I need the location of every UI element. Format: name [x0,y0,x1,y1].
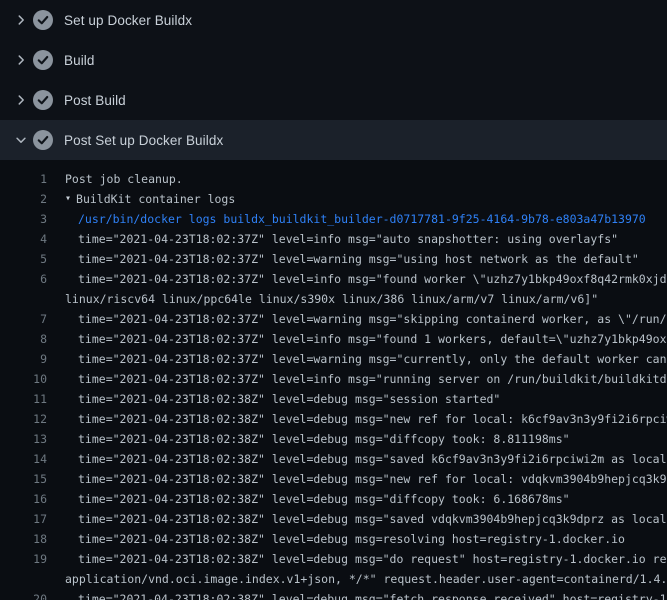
step-row-set-up-docker-buildx[interactable]: Set up Docker Buildx [0,0,667,40]
log-line: application/vnd.oci.image.index.v1+json,… [0,569,667,589]
line-number[interactable]: 9 [0,349,47,369]
log-line: 12time="2021-04-23T18:02:38Z" level=debu… [0,409,667,429]
log-line: 19time="2021-04-23T18:02:38Z" level=debu… [0,549,667,569]
line-number[interactable]: 20 [0,589,47,600]
log-text: time="2021-04-23T18:02:38Z" level=debug … [47,469,667,489]
log-text: time="2021-04-23T18:02:38Z" level=debug … [47,529,625,549]
log-line: 5time="2021-04-23T18:02:37Z" level=warni… [0,249,667,269]
check-circle-icon [33,10,53,30]
log-text: Post job cleanup. [47,169,183,189]
log-line: 4time="2021-04-23T18:02:37Z" level=info … [0,229,667,249]
chevron-right-icon [14,53,28,67]
line-number[interactable]: 18 [0,529,47,549]
line-number[interactable]: 6 [0,269,47,289]
log-line: 17time="2021-04-23T18:02:38Z" level=debu… [0,509,667,529]
line-number[interactable]: 19 [0,549,47,569]
line-number[interactable]: 1 [0,169,47,189]
log-text: linux/riscv64 linux/ppc64le linux/s390x … [47,289,598,309]
log-panel: 1Post job cleanup.2▾BuildKit container l… [0,160,667,600]
line-number[interactable]: 16 [0,489,47,509]
log-line: linux/riscv64 linux/ppc64le linux/s390x … [0,289,667,309]
step-label: Build [64,53,95,68]
log-line: 6time="2021-04-23T18:02:37Z" level=info … [0,269,667,289]
log-line: 2▾BuildKit container logs [0,189,667,209]
log-line: 20time="2021-04-23T18:02:38Z" level=debu… [0,589,667,600]
log-text: time="2021-04-23T18:02:37Z" level=info m… [47,229,618,249]
line-number[interactable]: 4 [0,229,47,249]
line-number[interactable]: 17 [0,509,47,529]
line-number[interactable]: 5 [0,249,47,269]
workflow-log-viewer: Set up Docker Buildx Build Post Build Post … [0,0,667,600]
log-text: time="2021-04-23T18:02:38Z" level=debug … [47,509,667,529]
log-line: 18time="2021-04-23T18:02:38Z" level=debu… [0,529,667,549]
check-circle-icon [33,90,53,110]
line-number[interactable]: 10 [0,369,47,389]
line-number[interactable]: 2 [0,189,47,209]
log-text: time="2021-04-23T18:02:38Z" level=debug … [47,589,667,600]
line-number[interactable]: 15 [0,469,47,489]
log-text: time="2021-04-23T18:02:38Z" level=debug … [47,549,667,569]
line-number-gutter [0,569,47,589]
log-text: time="2021-04-23T18:02:37Z" level=warnin… [47,349,667,369]
line-number[interactable]: 11 [0,389,47,409]
log-text: BuildKit container logs [71,189,235,209]
log-line-command: 3/usr/bin/docker logs buildx_buildkit_bu… [0,209,667,229]
log-text: time="2021-04-23T18:02:37Z" level=info m… [47,269,667,289]
log-text: time="2021-04-23T18:02:38Z" level=debug … [47,389,500,409]
log-text: time="2021-04-23T18:02:37Z" level=warnin… [47,249,639,269]
step-label: Post Set up Docker Buildx [64,133,223,148]
line-number[interactable]: 12 [0,409,47,429]
command-text: /usr/bin/docker logs buildx_buildkit_bui… [47,209,646,229]
log-text: time="2021-04-23T18:02:38Z" level=debug … [47,449,667,469]
log-line: 13time="2021-04-23T18:02:38Z" level=debu… [0,429,667,449]
check-circle-icon [33,130,53,150]
log-line: 11time="2021-04-23T18:02:38Z" level=debu… [0,389,667,409]
check-circle-icon [33,50,53,70]
log-line: 10time="2021-04-23T18:02:37Z" level=info… [0,369,667,389]
step-label: Post Build [64,93,126,108]
log-line: 15time="2021-04-23T18:02:38Z" level=debu… [0,469,667,489]
chevron-right-icon [14,93,28,107]
line-number[interactable]: 14 [0,449,47,469]
log-line: 8time="2021-04-23T18:02:37Z" level=info … [0,329,667,349]
log-line: 16time="2021-04-23T18:02:38Z" level=debu… [0,489,667,509]
step-row-build[interactable]: Build [0,40,667,80]
log-line: 7time="2021-04-23T18:02:37Z" level=warni… [0,309,667,329]
log-line: 1Post job cleanup. [0,169,667,189]
step-row-post-set-up-docker-buildx[interactable]: Post Set up Docker Buildx [0,120,667,160]
chevron-right-icon [14,13,28,27]
log-text: time="2021-04-23T18:02:38Z" level=debug … [47,489,570,509]
line-number[interactable]: 13 [0,429,47,449]
step-row-post-build[interactable]: Post Build [0,80,667,120]
line-number[interactable]: 3 [0,209,47,229]
line-number[interactable]: 7 [0,309,47,329]
log-line: 14time="2021-04-23T18:02:38Z" level=debu… [0,449,667,469]
line-number-gutter [0,289,47,309]
log-text: application/vnd.oci.image.index.v1+json,… [47,569,667,589]
log-text: time="2021-04-23T18:02:38Z" level=debug … [47,429,570,449]
line-number[interactable]: 8 [0,329,47,349]
collapse-triangle-icon[interactable]: ▾ [47,189,71,209]
log-text: time="2021-04-23T18:02:37Z" level=info m… [47,369,667,389]
log-text: time="2021-04-23T18:02:38Z" level=debug … [47,409,667,429]
log-text: time="2021-04-23T18:02:37Z" level=warnin… [47,309,667,329]
log-text: time="2021-04-23T18:02:37Z" level=info m… [47,329,667,349]
log-line: 9time="2021-04-23T18:02:37Z" level=warni… [0,349,667,369]
steps-list: Set up Docker Buildx Build Post Build Post … [0,0,667,160]
chevron-down-icon [14,133,28,147]
step-label: Set up Docker Buildx [64,13,192,28]
